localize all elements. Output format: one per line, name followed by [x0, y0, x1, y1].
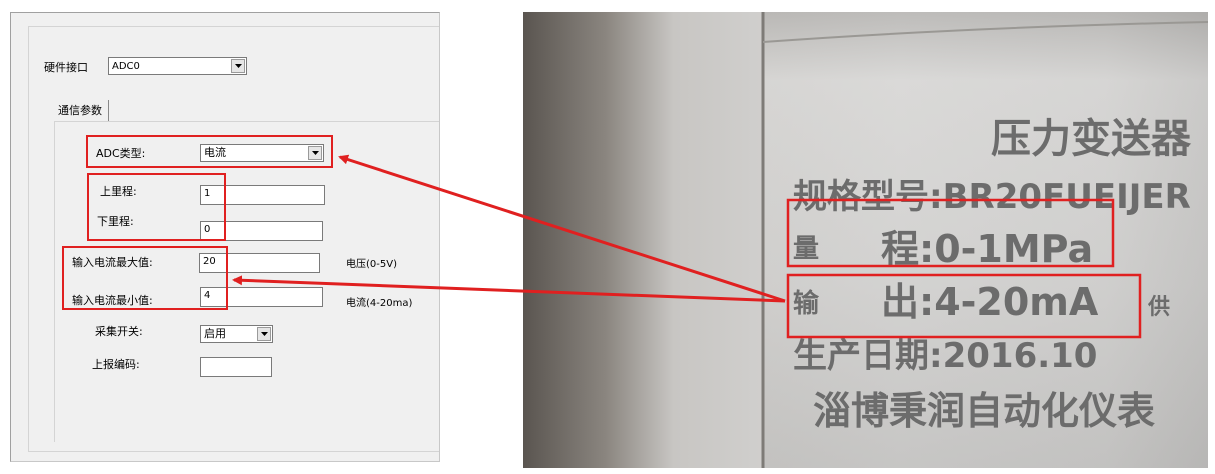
- arrow-to-adc-type: [338, 154, 786, 303]
- annotation-arrows: [232, 154, 786, 303]
- arrow-to-current-range: [232, 275, 786, 303]
